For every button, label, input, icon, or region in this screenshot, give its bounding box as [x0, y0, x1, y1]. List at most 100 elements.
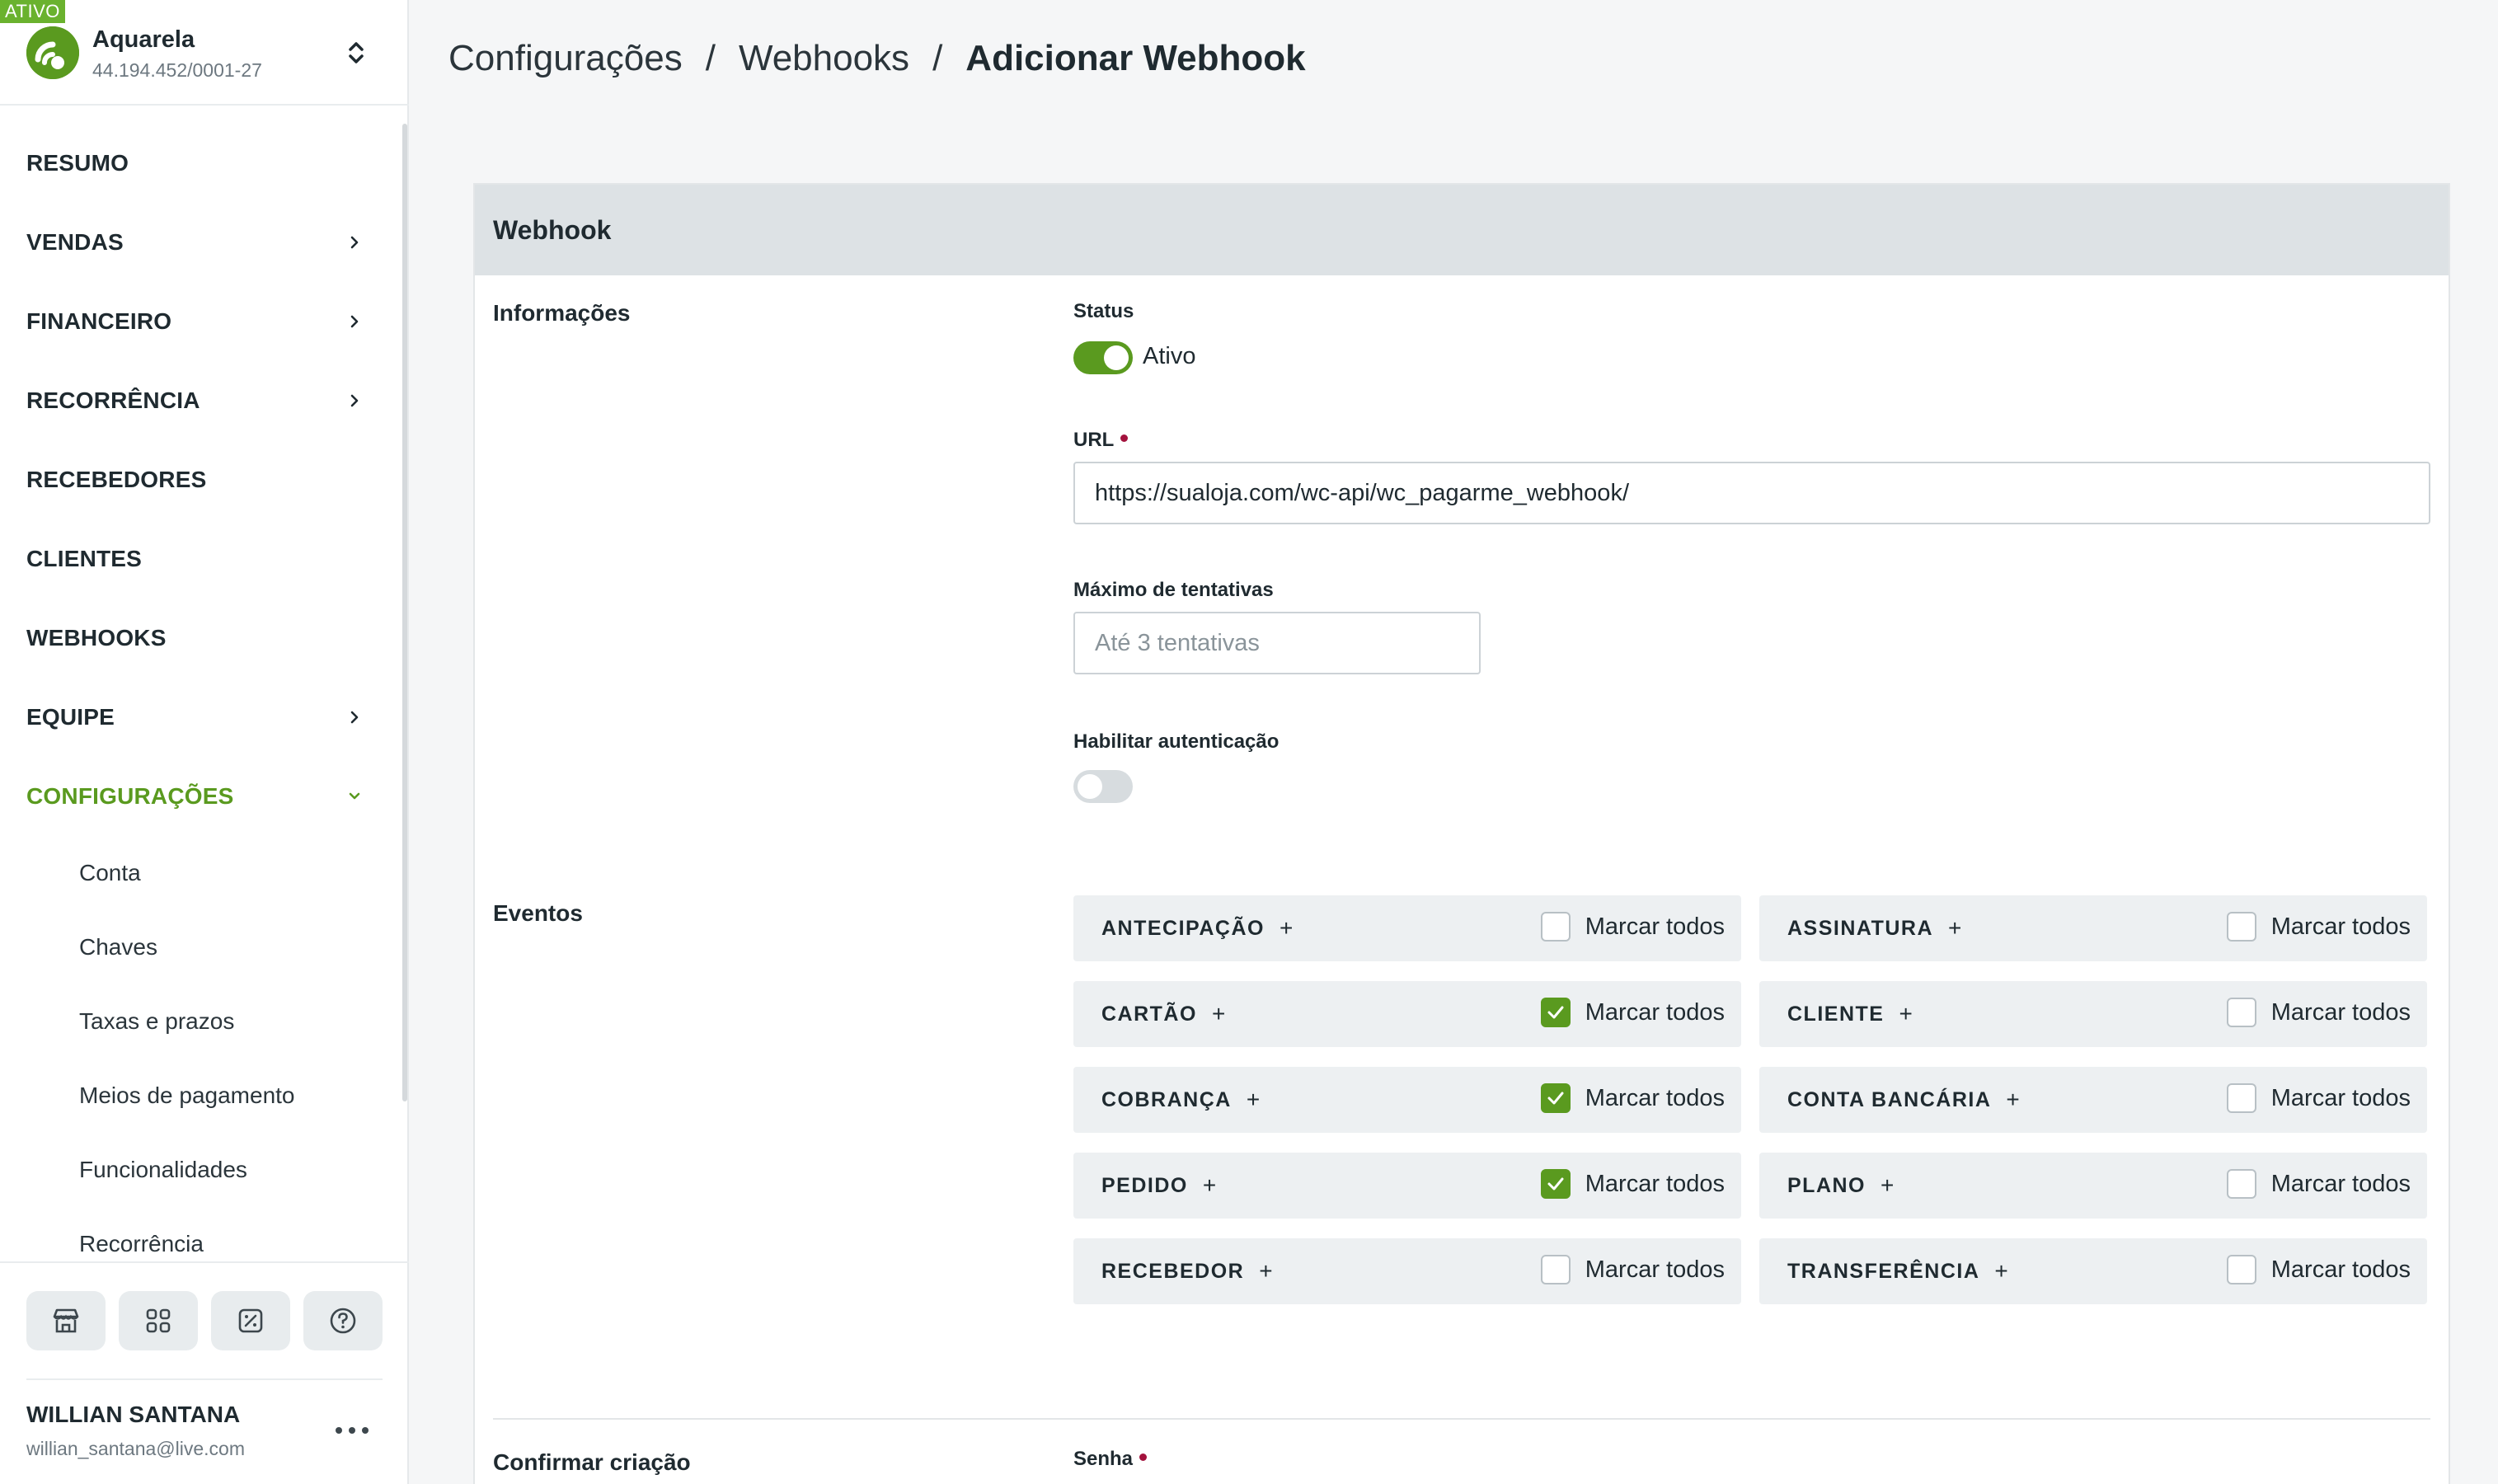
mark-all-checkbox[interactable]: Marcar todos	[2226, 912, 2411, 942]
expand-plus-icon[interactable]: +	[1948, 915, 1961, 942]
sidebar-item-equipe[interactable]: EQUIPE	[0, 678, 396, 757]
breadcrumb-webhooks[interactable]: Webhooks	[739, 38, 909, 79]
mark-all-checkbox[interactable]: Marcar todos	[1540, 1083, 1725, 1113]
chevron-right-icon	[350, 711, 359, 724]
more-options-icon[interactable]	[331, 1418, 373, 1443]
event-group-cliente[interactable]: CLIENTE + Marcar todos	[1759, 981, 2427, 1047]
checkbox-icon[interactable]	[2226, 1255, 2256, 1284]
sidebar-item-label: RESUMO	[26, 150, 129, 176]
chevron-up-down-icon[interactable]	[343, 36, 369, 69]
event-group-pedido[interactable]: PEDIDO + Marcar todos	[1073, 1153, 1741, 1219]
sidebar-item-recebedores[interactable]: RECEBEDORES	[0, 440, 396, 519]
sidebar-divider	[0, 104, 409, 106]
checkbox-icon[interactable]	[1540, 912, 1571, 942]
max-attempts-input[interactable]	[1073, 612, 1481, 674]
sidebar-item-configuracoes[interactable]: CONFIGURAÇÕES	[0, 757, 396, 836]
subnav-item-funcionalidades[interactable]: Funcionalidades	[0, 1133, 396, 1207]
mark-all-checkbox[interactable]: Marcar todos	[1540, 1169, 1725, 1199]
percent-icon	[238, 1308, 263, 1333]
checkbox-checked-icon[interactable]	[1540, 998, 1571, 1027]
apps-grid-icon	[146, 1308, 171, 1333]
mark-all-label: Marcar todos	[1585, 913, 1725, 940]
auth-toggle[interactable]	[1073, 770, 1133, 803]
mark-all-checkbox[interactable]: Marcar todos	[2226, 1255, 2411, 1284]
user-name: WILLIAN SANTANA	[26, 1402, 241, 1427]
mark-all-label: Marcar todos	[2270, 1170, 2411, 1197]
event-group-antecipacao[interactable]: ANTECIPAÇÃO + Marcar todos	[1073, 895, 1741, 961]
chevron-right-icon	[350, 394, 359, 407]
breadcrumb-configuracoes[interactable]: Configurações	[448, 38, 683, 79]
required-indicator	[1139, 1453, 1148, 1462]
expand-plus-icon[interactable]: +	[1203, 1172, 1216, 1199]
section-eventos: Eventos	[493, 900, 583, 926]
checkbox-icon[interactable]	[2226, 912, 2256, 942]
sidebar-item-clientes[interactable]: CLIENTES	[0, 519, 396, 599]
apps-button[interactable]	[119, 1291, 198, 1350]
checkbox-icon[interactable]	[1540, 1255, 1571, 1284]
event-group-plano[interactable]: PLANO + Marcar todos	[1759, 1153, 2427, 1219]
help-button[interactable]	[303, 1291, 383, 1350]
subnav-item-taxas-e-prazos[interactable]: Taxas e prazos	[0, 984, 396, 1059]
checkbox-icon[interactable]	[2226, 1169, 2256, 1199]
subnav-item-conta[interactable]: Conta	[0, 836, 396, 910]
company-document: 44.194.452/0001-27	[92, 59, 262, 81]
sidebar-divider	[26, 1378, 383, 1380]
sidebar-divider	[0, 1261, 409, 1263]
expand-plus-icon[interactable]: +	[1280, 915, 1293, 942]
mark-all-checkbox[interactable]: Marcar todos	[1540, 1255, 1725, 1284]
status-toggle[interactable]	[1073, 341, 1133, 374]
expand-plus-icon[interactable]: +	[1247, 1087, 1260, 1113]
subnav-item-chaves[interactable]: Chaves	[0, 910, 396, 984]
checkbox-checked-icon[interactable]	[1540, 1083, 1571, 1113]
subnav-item-recorrencia[interactable]: Recorrência	[0, 1207, 396, 1281]
fees-button[interactable]	[211, 1291, 290, 1350]
event-name: PEDIDO	[1101, 1173, 1188, 1197]
checkbox-icon[interactable]	[2226, 1083, 2256, 1113]
chevron-down-icon	[349, 792, 360, 800]
checkbox-checked-icon[interactable]	[1540, 1169, 1571, 1199]
mark-all-checkbox[interactable]: Marcar todos	[1540, 912, 1725, 942]
sidebar-item-label: FINANCEIRO	[26, 308, 172, 334]
event-group-conta-bancaria[interactable]: CONTA BANCÁRIA + Marcar todos	[1759, 1067, 2427, 1133]
event-group-transferencia[interactable]: TRANSFERÊNCIA + Marcar todos	[1759, 1238, 2427, 1304]
mark-all-label: Marcar todos	[1585, 998, 1725, 1026]
event-group-cobranca[interactable]: COBRANÇA + Marcar todos	[1073, 1067, 1741, 1133]
event-group-assinatura[interactable]: ASSINATURA + Marcar todos	[1759, 895, 2427, 961]
mark-all-checkbox[interactable]: Marcar todos	[2226, 1169, 2411, 1199]
mark-all-checkbox[interactable]: Marcar todos	[1540, 998, 1725, 1027]
expand-plus-icon[interactable]: +	[1994, 1258, 2007, 1284]
chevron-right-icon	[350, 236, 359, 249]
mark-all-label: Marcar todos	[2270, 1084, 2411, 1111]
expand-plus-icon[interactable]: +	[1899, 1001, 1912, 1027]
store-button[interactable]	[26, 1291, 106, 1350]
sidebar-item-resumo[interactable]: RESUMO	[0, 124, 396, 203]
required-indicator	[1120, 434, 1129, 443]
expand-plus-icon[interactable]: +	[2006, 1087, 2019, 1113]
subnav-item-meios-de-pagamento[interactable]: Meios de pagamento	[0, 1059, 396, 1133]
expand-plus-icon[interactable]: +	[1259, 1258, 1272, 1284]
url-label: URL	[1073, 429, 1129, 452]
chevron-right-icon	[350, 315, 359, 328]
mark-all-checkbox[interactable]: Marcar todos	[2226, 998, 2411, 1027]
mark-all-checkbox[interactable]: Marcar todos	[2226, 1083, 2411, 1113]
sidebar-scrollbar[interactable]	[402, 124, 407, 1101]
account-switcher[interactable]: Aquarela 44.194.452/0001-27	[26, 25, 381, 81]
sidebar-item-vendas[interactable]: VENDAS	[0, 203, 396, 282]
sidebar-item-recorrencia[interactable]: RECORRÊNCIA	[0, 361, 396, 440]
sidebar: ATIVO Aquarela 44.194.452/0001-27 RESUMO…	[0, 0, 409, 1484]
sidebar-item-label: RECEBEDORES	[26, 467, 207, 492]
toggle-knob	[1104, 345, 1129, 370]
sidebar-item-webhooks[interactable]: WEBHOOKS	[0, 599, 396, 678]
sidebar-item-financeiro[interactable]: FINANCEIRO	[0, 282, 396, 361]
event-group-cartao[interactable]: CARTÃO + Marcar todos	[1073, 981, 1741, 1047]
url-label-text: URL	[1073, 429, 1115, 451]
expand-plus-icon[interactable]: +	[1881, 1172, 1894, 1199]
event-name: COBRANÇA	[1101, 1087, 1232, 1111]
checkbox-icon[interactable]	[2226, 998, 2256, 1027]
event-name: CARTÃO	[1101, 1002, 1197, 1026]
event-group-recebedor[interactable]: RECEBEDOR + Marcar todos	[1073, 1238, 1741, 1304]
url-input[interactable]	[1073, 462, 2430, 524]
expand-plus-icon[interactable]: +	[1212, 1001, 1225, 1027]
user-email: willian_santana@live.com	[26, 1438, 245, 1459]
mark-all-label: Marcar todos	[2270, 1256, 2411, 1283]
